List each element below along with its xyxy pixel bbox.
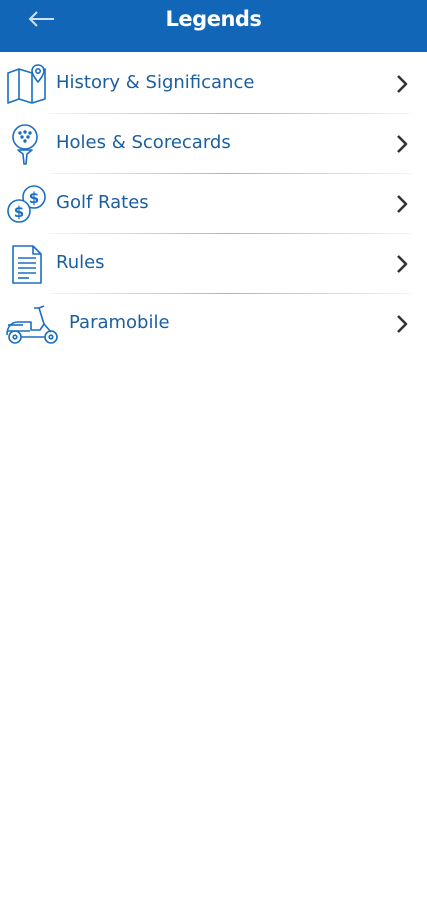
map-pin-icon: [5, 62, 49, 106]
menu-item-label: Holes & Scorecards: [56, 132, 231, 153]
chevron-right-icon: [395, 134, 409, 154]
menu-item-label: Rules: [56, 252, 105, 273]
app-header: Legends: [0, 0, 427, 52]
menu-item-paramobile[interactable]: Paramobile: [0, 294, 427, 354]
menu-item-history-significance[interactable]: History & Significance: [0, 54, 427, 114]
menu-item-label: History & Significance: [56, 72, 255, 93]
menu-item-golf-rates[interactable]: $ $ Golf Rates: [0, 174, 427, 234]
menu-item-label: Paramobile: [69, 312, 170, 333]
svg-text:$: $: [14, 203, 24, 221]
chevron-right-icon: [395, 314, 409, 334]
svg-text:$: $: [29, 189, 39, 207]
menu-item-rules[interactable]: Rules: [0, 234, 427, 294]
golf-ball-tee-icon: [5, 122, 49, 166]
menu-item-holes-scorecards[interactable]: Holes & Scorecards: [0, 114, 427, 174]
page-title: Legends: [165, 7, 262, 31]
document-icon: [5, 242, 49, 286]
scooter-icon: [4, 302, 62, 346]
chevron-right-icon: [395, 194, 409, 214]
chevron-right-icon: [395, 74, 409, 94]
menu-item-label: Golf Rates: [56, 192, 149, 213]
legends-menu: History & Significance Holes & Scorecard…: [0, 54, 427, 354]
coins-icon: $ $: [5, 182, 49, 226]
chevron-right-icon: [395, 254, 409, 274]
